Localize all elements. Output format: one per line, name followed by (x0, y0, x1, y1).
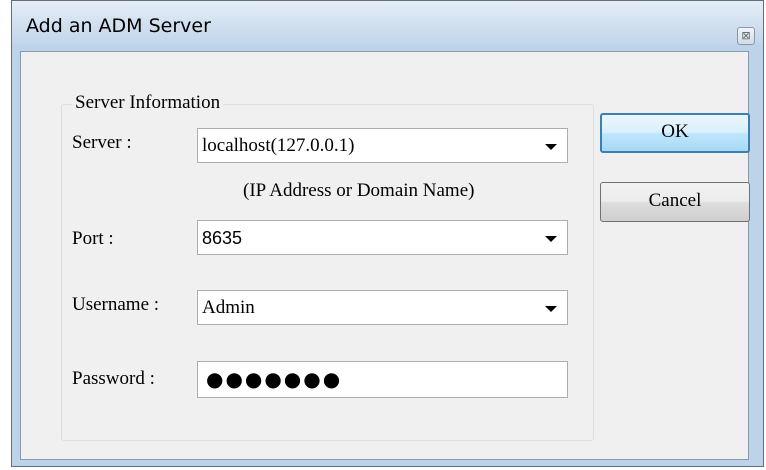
dialog-body: Server Information Server : localhost(12… (20, 51, 750, 460)
close-button[interactable]: ⊠ (737, 27, 755, 45)
close-icon: ⊠ (741, 29, 751, 42)
title-bar[interactable]: Add an ADM Server ⊠ (12, 1, 763, 45)
ok-button[interactable]: OK (600, 113, 750, 153)
server-label: Server : (72, 132, 132, 153)
server-value: localhost(127.0.0.1) (202, 135, 355, 156)
group-legend: Server Information (72, 92, 224, 114)
chevron-down-icon[interactable] (545, 236, 557, 242)
username-label: Username : (72, 294, 160, 315)
port-label: Port : (72, 228, 114, 249)
password-value: ●●●●●●● (206, 367, 343, 391)
password-label: Password : (72, 368, 155, 389)
server-hint: (IP Address or Domain Name) (243, 180, 475, 201)
chevron-down-icon[interactable] (545, 306, 557, 312)
username-value: Admin (202, 297, 255, 318)
server-combo[interactable]: localhost(127.0.0.1) (197, 128, 568, 163)
dialog-window: Add an ADM Server ⊠ Server Information S… (11, 0, 764, 467)
dialog-title: Add an ADM Server (26, 15, 211, 37)
cancel-button[interactable]: Cancel (600, 182, 750, 222)
password-field[interactable]: ●●●●●●● (197, 361, 568, 398)
port-combo[interactable]: 8635 (197, 220, 568, 255)
username-combo[interactable]: Admin (197, 290, 568, 325)
chevron-down-icon[interactable] (545, 144, 557, 150)
port-value: 8635 (202, 228, 243, 248)
